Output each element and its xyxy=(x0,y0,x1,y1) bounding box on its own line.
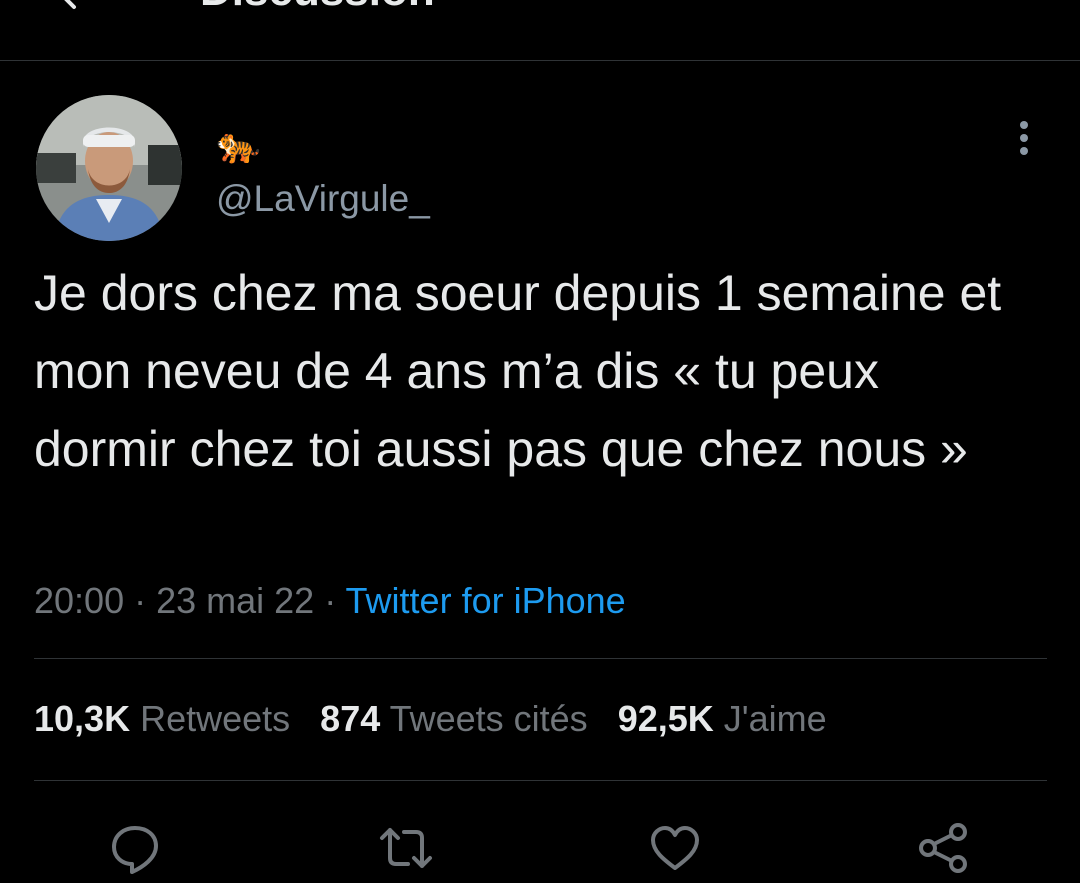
quotes-label: Tweets cités xyxy=(389,698,588,739)
retweets-stat[interactable]: 10,3K Retweets xyxy=(34,694,290,744)
page-title: Discussion xyxy=(200,0,435,16)
like-button[interactable] xyxy=(645,818,705,878)
likes-stat[interactable]: 92,5K J'aime xyxy=(618,694,827,744)
username[interactable]: @LaVirgule_ xyxy=(216,176,430,222)
avatar-photo xyxy=(36,95,182,241)
likes-count: 92,5K xyxy=(617,698,714,739)
tweet-time: 20:00 xyxy=(34,580,125,621)
tweet-stats: 10,3K Retweets 874 Tweets cités 92,5K J'ai… xyxy=(34,694,857,744)
separator: · xyxy=(314,580,346,621)
quotes-count: 874 xyxy=(320,698,381,739)
quotes-stat[interactable]: 874 Tweets cités xyxy=(320,694,588,744)
arrow-left-icon[interactable] xyxy=(56,0,96,18)
retweet-icon xyxy=(380,828,432,868)
share-button[interactable] xyxy=(914,818,974,878)
reply-icon xyxy=(112,826,158,874)
separator: · xyxy=(124,580,157,621)
top-bar: Discussion xyxy=(0,0,1080,61)
tweet-date: 23 mai 22 xyxy=(156,580,315,621)
share-icon xyxy=(919,823,967,873)
avatar[interactable] xyxy=(36,95,182,241)
tweet-metadata: 20:00 · 23 mai 22 · Twitter for iPhone xyxy=(34,576,626,626)
reply-button[interactable] xyxy=(105,818,165,878)
retweet-button[interactable] xyxy=(376,818,436,878)
divider xyxy=(34,780,1047,781)
like-icon xyxy=(651,826,699,870)
likes-label: J'aime xyxy=(723,698,827,739)
more-vertical-icon[interactable] xyxy=(1008,118,1040,158)
divider xyxy=(34,658,1047,659)
retweets-label: Retweets xyxy=(140,698,291,739)
tweet-source-link[interactable]: Twitter for iPhone xyxy=(346,580,626,621)
tweet-text: Je dors chez ma soeur depuis 1 semaine e… xyxy=(34,265,1002,477)
display-name[interactable]: 🐅 xyxy=(216,124,261,168)
retweets-count: 10,3K xyxy=(34,698,131,739)
